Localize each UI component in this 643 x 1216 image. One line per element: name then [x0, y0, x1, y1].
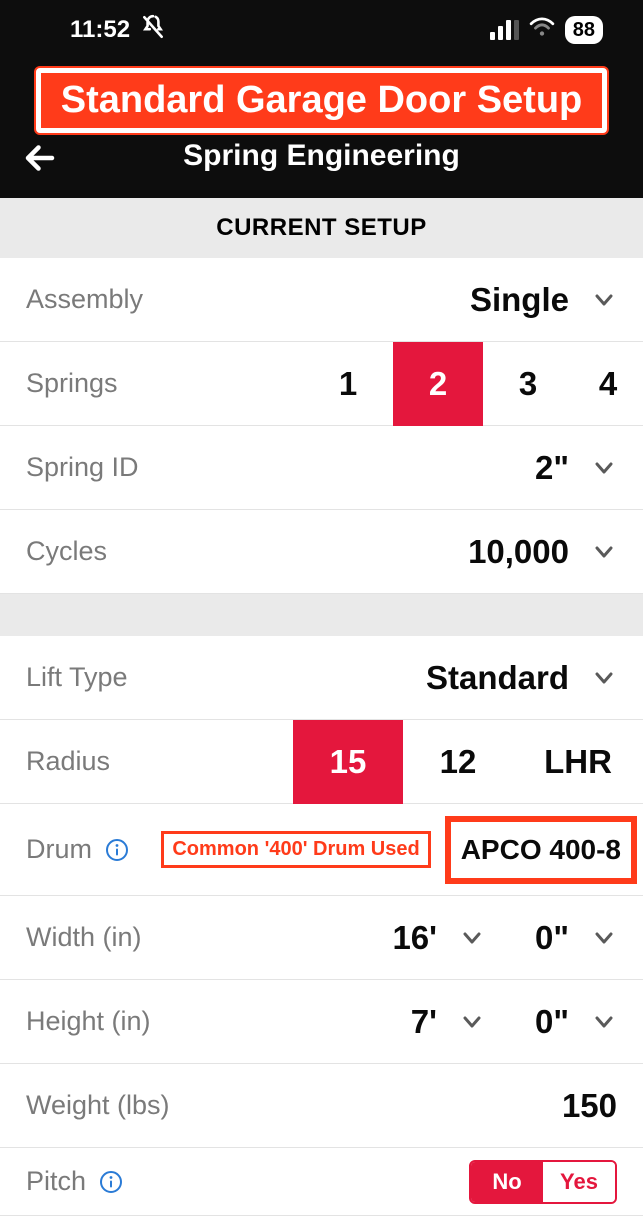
battery-indicator: 88	[565, 16, 603, 44]
row-radius: Radius 15 12 LHR	[0, 720, 643, 804]
chevron-down-icon[interactable]	[591, 925, 617, 951]
assembly-label: Assembly	[26, 284, 143, 315]
pitch-no-button[interactable]: No	[471, 1162, 543, 1202]
lift-type-value: Standard	[426, 659, 569, 697]
row-assembly[interactable]: Assembly Single	[0, 258, 643, 342]
spring-id-label: Spring ID	[26, 452, 139, 483]
row-weight[interactable]: Weight (lbs) 150	[0, 1064, 643, 1148]
chevron-down-icon	[591, 287, 617, 313]
chevron-down-icon	[591, 455, 617, 481]
cellular-icon	[490, 20, 519, 40]
section-spacer	[0, 594, 643, 636]
pitch-label: Pitch	[26, 1166, 86, 1197]
chevron-down-icon[interactable]	[459, 1009, 485, 1035]
section-title: CURRENT SETUP	[0, 198, 643, 258]
pitch-toggle: No Yes	[469, 1160, 617, 1204]
springs-option-4[interactable]: 4	[573, 342, 643, 426]
weight-label: Weight (lbs)	[26, 1090, 170, 1121]
springs-option-3[interactable]: 3	[483, 342, 573, 426]
info-icon[interactable]	[98, 1169, 124, 1195]
springs-option-1[interactable]: 1	[303, 342, 393, 426]
chevron-down-icon	[591, 665, 617, 691]
width-feet[interactable]: 16'	[392, 919, 437, 957]
spring-id-value: 2"	[535, 449, 569, 487]
cycles-label: Cycles	[26, 536, 107, 567]
chevron-down-icon[interactable]	[591, 1009, 617, 1035]
header-highlight: Standard Garage Door Setup	[36, 68, 607, 133]
pitch-yes-button[interactable]: Yes	[543, 1162, 615, 1202]
row-height: Height (in) 7' 0"	[0, 980, 643, 1064]
cycles-value: 10,000	[468, 533, 569, 571]
assembly-value: Single	[470, 281, 569, 319]
back-button[interactable]	[22, 140, 58, 176]
row-drum[interactable]: Drum Common '400' Drum Used APCO 400-8	[0, 804, 643, 896]
page-title: Spring Engineering	[20, 139, 623, 173]
info-icon[interactable]	[104, 837, 130, 863]
height-label: Height (in)	[26, 1006, 151, 1037]
drum-value: APCO 400-8	[445, 816, 637, 884]
width-label: Width (in)	[26, 922, 142, 953]
status-bar: 11:52 88	[0, 0, 643, 60]
row-cycles[interactable]: Cycles 10,000	[0, 510, 643, 594]
wifi-icon	[529, 16, 555, 44]
radius-label: Radius	[26, 746, 110, 777]
radius-option-12[interactable]: 12	[403, 720, 513, 804]
row-lift-type[interactable]: Lift Type Standard	[0, 636, 643, 720]
springs-label: Springs	[26, 368, 118, 399]
height-feet[interactable]: 7'	[411, 1003, 437, 1041]
silent-icon	[140, 14, 166, 47]
row-width: Width (in) 16' 0"	[0, 896, 643, 980]
springs-option-2[interactable]: 2	[393, 342, 483, 426]
height-inches[interactable]: 0"	[535, 1003, 569, 1041]
weight-value: 150	[562, 1087, 617, 1125]
row-springs: Springs 1 2 3 4	[0, 342, 643, 426]
drum-label: Drum	[26, 834, 92, 865]
app-header: Standard Garage Door Setup Spring Engine…	[0, 60, 643, 198]
row-pitch: Pitch No Yes	[0, 1148, 643, 1216]
springs-segment: 1 2 3 4	[303, 342, 643, 426]
lift-type-label: Lift Type	[26, 662, 128, 693]
drum-annotation: Common '400' Drum Used	[161, 831, 430, 868]
width-inches[interactable]: 0"	[535, 919, 569, 957]
status-time: 11:52	[70, 16, 130, 44]
radius-option-lhr[interactable]: LHR	[513, 720, 643, 804]
radius-option-15[interactable]: 15	[293, 720, 403, 804]
radius-segment: 15 12 LHR	[293, 720, 643, 804]
chevron-down-icon[interactable]	[459, 925, 485, 951]
chevron-down-icon	[591, 539, 617, 565]
row-spring-id[interactable]: Spring ID 2"	[0, 426, 643, 510]
